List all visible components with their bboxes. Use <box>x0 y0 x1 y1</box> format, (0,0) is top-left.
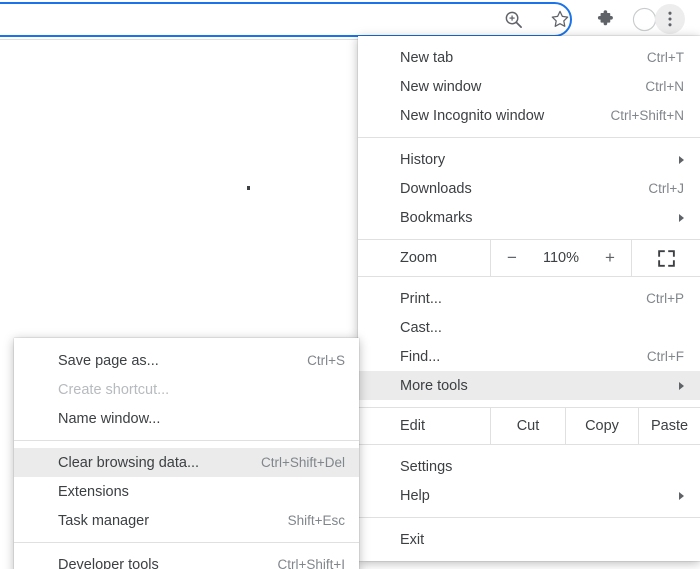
menu-item-history[interactable]: History <box>358 145 700 174</box>
menu-item-downloads[interactable]: Downloads Ctrl+J <box>358 174 700 203</box>
submenu-separator <box>14 542 359 543</box>
menu-item-shortcut: Ctrl+T <box>646 50 684 65</box>
browser-toolbar <box>0 0 700 40</box>
chevron-right-icon <box>679 491 684 500</box>
paste-button[interactable]: Paste <box>639 408 700 444</box>
menu-item-help[interactable]: Help <box>358 481 700 510</box>
browser-window: New tab Ctrl+T New window Ctrl+N New Inc… <box>0 0 700 569</box>
menu-separator <box>358 137 700 138</box>
menu-item-label: New window <box>400 78 482 95</box>
submenu-item-extensions[interactable]: Extensions <box>14 477 359 506</box>
submenu-item-task-manager[interactable]: Task manager Shift+Esc <box>14 506 359 535</box>
edit-row-label: Edit <box>400 418 425 434</box>
chrome-menu-button[interactable] <box>655 4 685 34</box>
menu-item-label: Bookmarks <box>400 209 473 226</box>
menu-item-label: More tools <box>400 377 468 394</box>
zoom-indicator-icon[interactable] <box>498 4 528 34</box>
menu-item-find[interactable]: Find... Ctrl+F <box>358 342 700 371</box>
submenu-item-shortcut: Ctrl+S <box>307 353 345 368</box>
zoom-row-label: Zoom <box>400 250 438 266</box>
edit-row: Edit Cut Copy Paste <box>358 408 700 444</box>
address-bar[interactable] <box>0 2 572 37</box>
menu-item-label: Find... <box>400 348 441 365</box>
submenu-item-shortcut: Ctrl+Shift+Del <box>260 455 345 470</box>
submenu-item-name-window[interactable]: Name window... <box>14 404 359 433</box>
menu-item-shortcut: Ctrl+Shift+N <box>610 108 684 123</box>
menu-item-new-tab[interactable]: New tab Ctrl+T <box>358 43 700 72</box>
submenu-item-label: Clear browsing data... <box>58 454 200 471</box>
menu-item-shortcut: Ctrl+F <box>646 349 684 364</box>
zoom-out-button[interactable]: − <box>491 240 533 276</box>
submenu-item-developer-tools[interactable]: Developer tools Ctrl+Shift+I <box>14 550 359 569</box>
menu-item-more-tools[interactable]: More tools <box>358 371 700 400</box>
extensions-icon[interactable] <box>590 4 620 34</box>
menu-item-exit[interactable]: Exit <box>358 525 700 554</box>
menu-item-label: New Incognito window <box>400 107 545 124</box>
menu-item-label: Downloads <box>400 180 472 197</box>
submenu-item-label: Name window... <box>58 410 161 427</box>
copy-button[interactable]: Copy <box>566 408 638 444</box>
fullscreen-button[interactable] <box>632 240 700 276</box>
chevron-right-icon <box>679 381 684 390</box>
menu-item-settings[interactable]: Settings <box>358 452 700 481</box>
menu-item-shortcut: Ctrl+P <box>646 291 684 306</box>
page-dot-mark <box>247 186 250 190</box>
submenu-item-create-shortcut: Create shortcut... <box>14 375 359 404</box>
submenu-item-clear-browsing-data[interactable]: Clear browsing data... Ctrl+Shift+Del <box>14 448 359 477</box>
menu-item-label: Help <box>400 487 430 504</box>
menu-item-label: History <box>400 151 446 168</box>
menu-item-label: Exit <box>400 531 425 548</box>
menu-item-shortcut: Ctrl+N <box>645 79 684 94</box>
zoom-in-button[interactable]: + <box>589 240 631 276</box>
menu-item-label: Settings <box>400 458 453 475</box>
zoom-row: Zoom − 110% + <box>358 240 700 276</box>
submenu-item-label: Create shortcut... <box>58 381 170 398</box>
chevron-right-icon <box>679 213 684 222</box>
cut-button[interactable]: Cut <box>491 408 565 444</box>
submenu-item-shortcut: Shift+Esc <box>287 513 345 528</box>
fullscreen-icon <box>657 249 675 267</box>
submenu-item-label: Save page as... <box>58 352 159 369</box>
submenu-item-shortcut: Ctrl+Shift+I <box>277 557 345 569</box>
chrome-main-menu: New tab Ctrl+T New window Ctrl+N New Inc… <box>358 36 700 561</box>
menu-item-new-window[interactable]: New window Ctrl+N <box>358 72 700 101</box>
submenu-separator <box>14 440 359 441</box>
menu-item-label: Print... <box>400 290 442 307</box>
menu-item-label: New tab <box>400 49 454 66</box>
menu-item-new-incognito-window[interactable]: New Incognito window Ctrl+Shift+N <box>358 101 700 130</box>
menu-item-shortcut: Ctrl+J <box>648 181 684 196</box>
menu-item-bookmarks[interactable]: Bookmarks <box>358 203 700 232</box>
menu-item-label: Cast... <box>400 319 442 336</box>
submenu-item-label: Developer tools <box>58 556 159 569</box>
more-tools-submenu: Save page as... Ctrl+S Create shortcut..… <box>14 338 359 569</box>
submenu-item-save-page-as[interactable]: Save page as... Ctrl+S <box>14 346 359 375</box>
menu-item-cast[interactable]: Cast... <box>358 313 700 342</box>
bookmark-star-icon[interactable] <box>545 4 575 34</box>
chevron-right-icon <box>679 155 684 164</box>
submenu-item-label: Extensions <box>58 483 129 500</box>
submenu-item-label: Task manager <box>58 512 150 529</box>
menu-separator <box>358 517 700 518</box>
zoom-level-value: 110% <box>542 250 579 266</box>
menu-item-print[interactable]: Print... Ctrl+P <box>358 284 700 313</box>
